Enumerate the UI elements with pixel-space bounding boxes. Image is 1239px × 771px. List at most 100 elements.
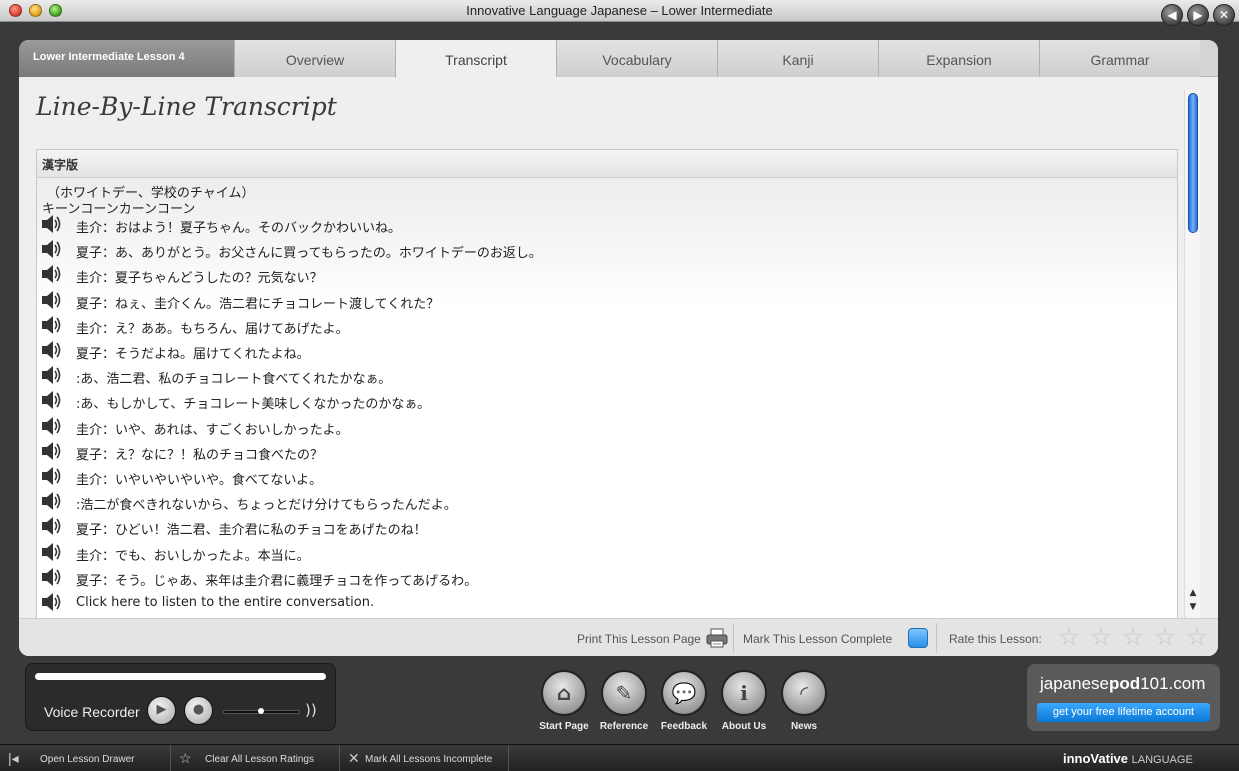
scroll-up-icon[interactable]: ▲ (1187, 587, 1199, 599)
transcript-line: 圭介：いやいやいやいや。食べてないよ。 (41, 466, 1161, 488)
play-icon: ▶ (156, 702, 167, 717)
volume-slider-knob[interactable] (258, 708, 264, 714)
speaker-icon[interactable] (41, 567, 63, 587)
speaker-icon[interactable] (41, 365, 63, 385)
open-drawer-label: Open Lesson Drawer (40, 754, 135, 765)
news-label: News (790, 721, 818, 732)
rating-star-3[interactable]: ☆ (1122, 625, 1144, 649)
about-us-button[interactable]: i (721, 670, 767, 716)
news-button[interactable]: ◜ (781, 670, 827, 716)
divider (733, 623, 734, 653)
free-account-button[interactable]: get your free lifetime account (1037, 703, 1210, 722)
record-button[interactable]: ● (184, 696, 213, 725)
tab-vocabulary[interactable]: Vocabulary (556, 40, 717, 77)
scroll-down-icon[interactable]: ▼ (1187, 601, 1199, 613)
speaker-icon[interactable] (41, 264, 63, 284)
transcript-body: （ホワイトデー、学校のチャイム） キーンコーンカーンコーン 圭介：おはよう！夏子… (37, 178, 1177, 618)
feather-icon: ✎ (615, 681, 633, 705)
feedback-button[interactable]: 💬 (661, 670, 707, 716)
tab-transcript[interactable]: Transcript (395, 40, 556, 78)
transcript-line-text: 圭介：夏子ちゃんどうしたの？元気ない？ (76, 271, 323, 287)
speaker-icon[interactable] (41, 290, 63, 310)
transcript-line-text: Click here to listen to the entire conve… (76, 595, 375, 610)
voice-recorder: Voice Recorder ▶ ● )) (25, 663, 336, 731)
tab-bar: Lower Intermediate Lesson 4 Overview Tra… (19, 40, 1218, 78)
mark-complete-checkbox[interactable] (908, 628, 928, 648)
transcript-line-text: :あ、もしかして、チョコレート美味しくなかったのかなぁ。 (76, 397, 431, 413)
tab-kanji[interactable]: Kanji (717, 40, 878, 77)
footer-logo: innoVative LANGUAGE (1063, 751, 1193, 766)
transcript-box[interactable]: 漢字版 （ホワイトデー、学校のチャイム） キーンコーンカーンコーン 圭介：おはよ… (36, 149, 1178, 619)
forward-arrow-icon: ▶ (1193, 8, 1203, 22)
transcript-scrollbar[interactable]: ▲ ▼ (1184, 90, 1200, 618)
scrollbar-thumb[interactable] (1188, 93, 1198, 233)
status-bar: |◂ Open Lesson Drawer ☆ Clear All Lesson… (0, 744, 1239, 771)
play-recording-button[interactable]: ▶ (147, 696, 176, 725)
speaker-icon[interactable] (41, 239, 63, 259)
transcript-line: 圭介：おはよう！夏子ちゃん。そのバックかわいいね。 (41, 214, 1161, 236)
transcript-line: 夏子：あ、ありがとう。お父さんに買ってもらったの。ホワイトデーのお返し。 (41, 239, 1161, 261)
lesson-panel: Lower Intermediate Lesson 4 Overview Tra… (19, 40, 1218, 656)
speaker-icon[interactable] (41, 214, 63, 234)
transcript-line-text: 圭介：おはよう！夏子ちゃん。そのバックかわいいね。 (76, 221, 402, 236)
transcript-line-text: 圭介：え？ああ。もちろん、届けてあげたよ。 (76, 321, 349, 337)
volume-icon: )) (305, 701, 317, 719)
site-name-prefix: japanese (1040, 674, 1110, 693)
print-lesson-link[interactable]: Print This Lesson Page (577, 632, 701, 646)
transcript-header: 漢字版 (37, 150, 1177, 178)
transcript-line-text: 夏子：あ、ありがとう。お父さんに買ってもらったの。ホワイトデーのお返し。 (76, 246, 542, 262)
transcript-line: 圭介：夏子ちゃんどうしたの？元気ない？ (41, 264, 1161, 286)
site-logo[interactable]: japanesepod101.com (1040, 674, 1205, 694)
close-icon: ✕ (1218, 8, 1230, 22)
drawer-icon: |◂ (8, 750, 19, 766)
transcript-line: 夏子：そうだよね。届けてくれたよね。 (41, 340, 1161, 362)
close-app-button[interactable]: ✕ (1213, 4, 1235, 26)
tab-expansion[interactable]: Expansion (878, 40, 1039, 77)
transcript-line-text: 夏子：そう。じゃあ、来年は圭介君に義理チョコを作ってあげるわ。 (76, 573, 478, 589)
speaker-icon[interactable] (41, 340, 63, 360)
transcript-line-text: :あ、浩二君、私のチョコレート食べてくれたかなぁ。 (76, 372, 392, 388)
x-icon: ✕ (348, 750, 360, 766)
transcript-line-text: :浩二が食べきれないから、ちょっとだけ分けてもらったんだよ。 (76, 498, 457, 514)
speaker-icon[interactable] (41, 592, 63, 612)
open-lesson-drawer-button[interactable]: |◂ Open Lesson Drawer (0, 745, 171, 771)
forward-button[interactable]: ▶ (1187, 4, 1209, 26)
brand-panel: japanesepod101.com get your free lifetim… (1027, 664, 1220, 731)
transcript-line-text: 圭介：いや、あれは、すごくおいしかったよ。 (76, 422, 349, 438)
speaker-icon[interactable] (41, 466, 63, 486)
transcript-line-text: 夏子：え？なに？！私のチョコ食べたの？ (76, 447, 324, 463)
transcript-line: :あ、浩二君、私のチョコレート食べてくれたかなぁ。 (41, 365, 1161, 387)
start-page-button[interactable]: ⌂ (541, 670, 587, 716)
rating-star-5[interactable]: ☆ (1186, 625, 1208, 649)
tab-overview[interactable]: Overview (234, 40, 395, 77)
speaker-icon[interactable] (41, 542, 63, 562)
rating-star-1[interactable]: ☆ (1058, 625, 1080, 649)
speaker-icon[interactable] (41, 491, 63, 511)
voice-recorder-label: Voice Recorder (44, 704, 140, 720)
rating-star-4[interactable]: ☆ (1154, 625, 1176, 649)
transcript-line-text: 圭介：でも、おいしかったよ。本当に。 (76, 548, 310, 564)
lesson-title-tab: Lower Intermediate Lesson 4 (19, 40, 234, 77)
title-bar: Innovative Language Japanese – Lower Int… (0, 0, 1239, 22)
speaker-icon[interactable] (41, 416, 63, 436)
speaker-icon[interactable] (41, 390, 63, 410)
mark-incomplete-label: Mark All Lessons Incomplete (365, 754, 493, 765)
mark-complete-label[interactable]: Mark This Lesson Complete (743, 632, 892, 646)
printer-icon[interactable] (706, 628, 728, 648)
footer-logo-small: LANGUAGE (1131, 754, 1193, 766)
tab-grammar[interactable]: Grammar (1039, 40, 1200, 77)
speaker-icon[interactable] (41, 441, 63, 461)
transcript-line-text: 夏子：そうだよね。届けてくれたよね。 (76, 347, 310, 362)
reference-button[interactable]: ✎ (601, 670, 647, 716)
home-icon: ⌂ (556, 681, 572, 705)
mark-incomplete-button[interactable]: ✕ Mark All Lessons Incomplete (340, 745, 509, 771)
speaker-icon[interactable] (41, 315, 63, 335)
transcript-line: 夏子：そう。じゃあ、来年は圭介君に義理チョコを作ってあげるわ。 (41, 567, 1161, 589)
transcript-line: 夏子：ひどい！浩二君、圭介君に私のチョコをあげたのね！ (41, 516, 1161, 538)
transcript-line: Click here to listen to the entire conve… (41, 592, 1161, 614)
back-button[interactable]: ◀ (1161, 4, 1183, 26)
site-name-bold: pod (1109, 674, 1141, 693)
speaker-icon[interactable] (41, 516, 63, 536)
rating-star-2[interactable]: ☆ (1090, 625, 1112, 649)
clear-ratings-button[interactable]: ☆ Clear All Lesson Ratings (171, 745, 340, 771)
